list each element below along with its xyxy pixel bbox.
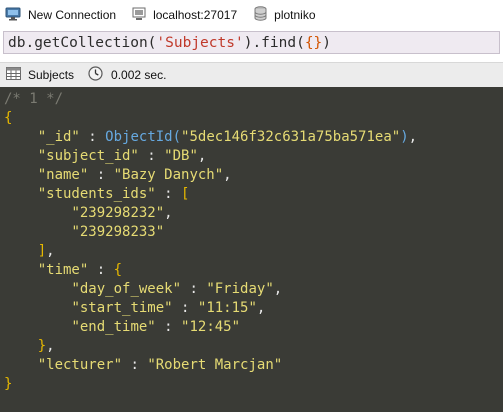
document-close-brace: } (4, 376, 13, 392)
monitor-icon (5, 7, 21, 24)
field-subject-id-value: "DB" (164, 148, 198, 164)
database-icon (254, 6, 267, 24)
student-id-value: "239298232" (71, 205, 165, 221)
result-collection: Subjects (28, 68, 75, 82)
connection-name: New Connection (28, 8, 117, 22)
field-day-of-week: "day_of_week" : "Friday", (71, 281, 283, 297)
query-close: ) (322, 34, 332, 51)
field-start-time-key: "start_time" (71, 300, 173, 316)
connection-name-item[interactable]: New Connection (5, 0, 116, 30)
result-document-view[interactable]: /* 1 */ { "_id" : ObjectId("5dec146f32c6… (0, 87, 503, 412)
field-name-key: "name" (37, 167, 89, 183)
student-id-value: "239298233" (71, 224, 165, 240)
field-name-value: "Bazy Danych" (113, 167, 224, 183)
query-time: 0.002 sec. (111, 68, 167, 82)
objectid-function: ObjectId (105, 129, 173, 145)
document-index-line: /* 1 */ (0, 90, 503, 109)
array-close-line: ], (37, 243, 55, 259)
field-name: "name" : "Bazy Danych", (37, 167, 232, 183)
document-open-brace: { (4, 110, 13, 126)
close-brace-line: } (0, 375, 503, 394)
query-method: ).find( (243, 34, 305, 51)
field-end-time-value: "12:45" (181, 319, 241, 335)
field-id: "_id" : ObjectId("5dec146f32c631a75ba571… (37, 129, 418, 145)
array-item: "239298232", (71, 205, 173, 221)
field-time: "time" : { (37, 262, 123, 278)
field-lecturer-value: "Robert Marcjan" (147, 357, 283, 373)
database-item[interactable]: plotniko (254, 0, 316, 30)
open-brace-line: { (0, 109, 503, 128)
computer-icon (132, 7, 146, 24)
field-students-ids-key: "students_ids" (37, 186, 156, 202)
collection-result-item[interactable]: Subjects (6, 67, 74, 83)
query-prefix: db.getCollection( (8, 34, 157, 51)
field-lecturer-key: "lecturer" (37, 357, 123, 373)
field-lecturer: "lecturer" : "Robert Marcjan" (37, 357, 283, 373)
field-end-time: "end_time" : "12:45" (71, 319, 241, 335)
connection-bar: New Connection localhost:27017 plotniko (0, 0, 503, 30)
query-input[interactable]: db.getCollection('Subjects').find({}) (3, 31, 500, 54)
field-subject-id-key: "subject_id" (37, 148, 139, 164)
host-label: localhost:27017 (153, 8, 238, 22)
object-close-line: }, (37, 338, 55, 354)
field-subject-id: "subject_id" : "DB", (37, 148, 207, 164)
query-time-item: 0.002 sec. (88, 66, 166, 84)
field-start-time: "start_time" : "11:15", (71, 300, 266, 316)
host-item[interactable]: localhost:27017 (132, 0, 237, 30)
database-label: plotniko (274, 8, 316, 22)
field-start-time-value: "11:15" (197, 300, 257, 316)
field-time-key: "time" (37, 262, 89, 278)
document-index-comment: /* 1 */ (4, 91, 64, 107)
array-item: "239298233" (0, 223, 503, 242)
field-id-key: "_id" (37, 129, 80, 145)
clock-icon (88, 66, 103, 84)
table-icon (6, 67, 21, 83)
field-end-time-key: "end_time" (71, 319, 156, 335)
field-students-ids: "students_ids" : [ (37, 186, 190, 202)
field-day-of-week-value: "Friday" (206, 281, 274, 297)
field-id-value: "5dec146f32c631a75ba571ea" (181, 129, 401, 145)
result-info-bar: Subjects 0.002 sec. (0, 62, 503, 87)
query-args: {} (304, 34, 323, 51)
field-day-of-week-key: "day_of_week" (71, 281, 182, 297)
query-collection: 'Subjects' (156, 34, 244, 51)
